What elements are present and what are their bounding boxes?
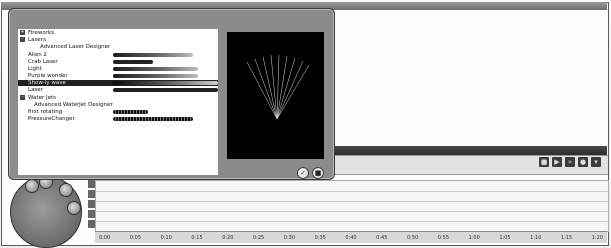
- time-tick-label: 1:00: [468, 234, 480, 241]
- effect-preview-bar: [113, 88, 218, 92]
- time-tick-label: 0:20: [222, 234, 234, 241]
- time-ruler[interactable]: 0:00 0:05 0:10 0:15 0:20 0:25 0:30 0:35 0:40 0:45…: [95, 231, 607, 243]
- laser-item-selected[interactable]: Show-ly wave: [18, 80, 218, 86]
- tree-row-lasers[interactable]: - Lasers: [18, 37, 218, 43]
- effect-preview-bar: [113, 53, 193, 57]
- time-tick-label: 0:15: [191, 234, 203, 241]
- effect-library-dialog: + Fireworks - Lasers Advanced Laser Desi…: [8, 8, 335, 180]
- item-label: Alien 2: [28, 52, 47, 58]
- item-label: Light: [28, 66, 42, 72]
- ok-button[interactable]: ✓: [297, 167, 309, 179]
- time-tick-label: 1:20: [591, 234, 603, 241]
- laser-item[interactable]: Laser: [18, 87, 218, 93]
- dial-knob[interactable]: [59, 183, 73, 197]
- laser-item[interactable]: Crab Laser: [18, 59, 218, 65]
- time-tick-label: 0:45: [376, 234, 388, 241]
- track-buttons: [88, 180, 95, 230]
- track-button[interactable]: [88, 210, 95, 218]
- tree-label: Fireworks: [28, 30, 54, 36]
- options-icon[interactable]: ▾: [591, 157, 601, 167]
- track-button[interactable]: [88, 190, 95, 198]
- effect-preview-bar: [113, 81, 218, 85]
- expander-icon[interactable]: -: [20, 95, 25, 100]
- waterjet-item[interactable]: first rotating: [18, 109, 218, 115]
- play-icon[interactable]: ▶: [552, 157, 562, 167]
- tree-row-laser-designer[interactable]: Advanced Laser Designer: [18, 44, 218, 50]
- track-button[interactable]: [88, 200, 95, 208]
- stop-icon[interactable]: ■: [539, 157, 549, 167]
- effect-preview-bar: [113, 60, 153, 64]
- time-tick-label: 0:25: [252, 234, 265, 241]
- time-tick-label: 0:50: [406, 234, 419, 241]
- control-dial[interactable]: [10, 175, 82, 248]
- expander-icon[interactable]: +: [20, 30, 25, 35]
- time-tick-label: 1:15: [560, 234, 573, 241]
- timeline-tracks[interactable]: [95, 180, 609, 232]
- dial-knob[interactable]: [67, 201, 81, 215]
- item-label: PressureChanger: [28, 116, 75, 122]
- fast-forward-icon[interactable]: »: [565, 157, 575, 167]
- item-label: Show-ly wave: [28, 80, 66, 86]
- track-button[interactable]: [88, 220, 95, 228]
- timeline-tools: ■ ▶ » ● ▾: [539, 157, 601, 167]
- time-tick-label: 0:05: [129, 234, 142, 241]
- item-label: Purple wonder: [28, 73, 68, 79]
- record-icon[interactable]: ●: [578, 157, 588, 167]
- laser-fan-graphic: [246, 54, 310, 120]
- item-label: Crab Laser: [28, 59, 58, 65]
- time-tick-label: 1:05: [499, 234, 511, 241]
- time-tick-label: 0:00: [99, 234, 111, 241]
- time-tick-label: 0:55: [437, 234, 449, 241]
- tree-label: Lasers: [28, 37, 46, 43]
- tree-row-fireworks[interactable]: + Fireworks: [18, 30, 218, 36]
- tree-row-waterjet-designer[interactable]: Advanced WaterJet Designer: [18, 102, 218, 108]
- time-tick-label: 0:35: [314, 234, 326, 241]
- effect-preview: [227, 32, 324, 159]
- tree-label: Water Jets: [28, 95, 57, 101]
- expander-icon[interactable]: -: [20, 37, 25, 42]
- laser-item[interactable]: Light: [18, 66, 218, 72]
- item-label: Laser: [28, 87, 43, 93]
- effect-preview-bar: [113, 74, 198, 78]
- effect-preview-bar: [113, 117, 193, 121]
- dial-knob[interactable]: [25, 179, 39, 193]
- waterjet-item[interactable]: PressureChanger: [18, 116, 218, 122]
- designer-label: Advanced WaterJet Designer: [34, 102, 113, 108]
- effect-preview-bar: [113, 110, 148, 114]
- track-button[interactable]: [88, 180, 95, 188]
- item-label: first rotating: [28, 109, 63, 115]
- cancel-button[interactable]: ■: [312, 167, 324, 179]
- time-tick-label: 0:10: [160, 234, 172, 241]
- designer-label: Advanced Laser Designer: [40, 44, 111, 50]
- time-tick-label: 0:30: [283, 234, 296, 241]
- track-divider: [96, 201, 608, 202]
- time-tick-label: 1:10: [530, 234, 542, 241]
- laser-item[interactable]: Alien 2: [18, 52, 218, 58]
- effect-preview-bar: [113, 67, 198, 71]
- track-divider: [96, 211, 608, 212]
- tree-row-water-jets[interactable]: - Water Jets: [18, 95, 218, 101]
- track-divider: [96, 191, 608, 192]
- effect-tree[interactable]: + Fireworks - Lasers Advanced Laser Desi…: [18, 29, 218, 175]
- track-divider: [96, 221, 608, 222]
- time-tick-label: 0:40: [345, 234, 357, 241]
- laser-item[interactable]: Purple wonder: [18, 73, 218, 79]
